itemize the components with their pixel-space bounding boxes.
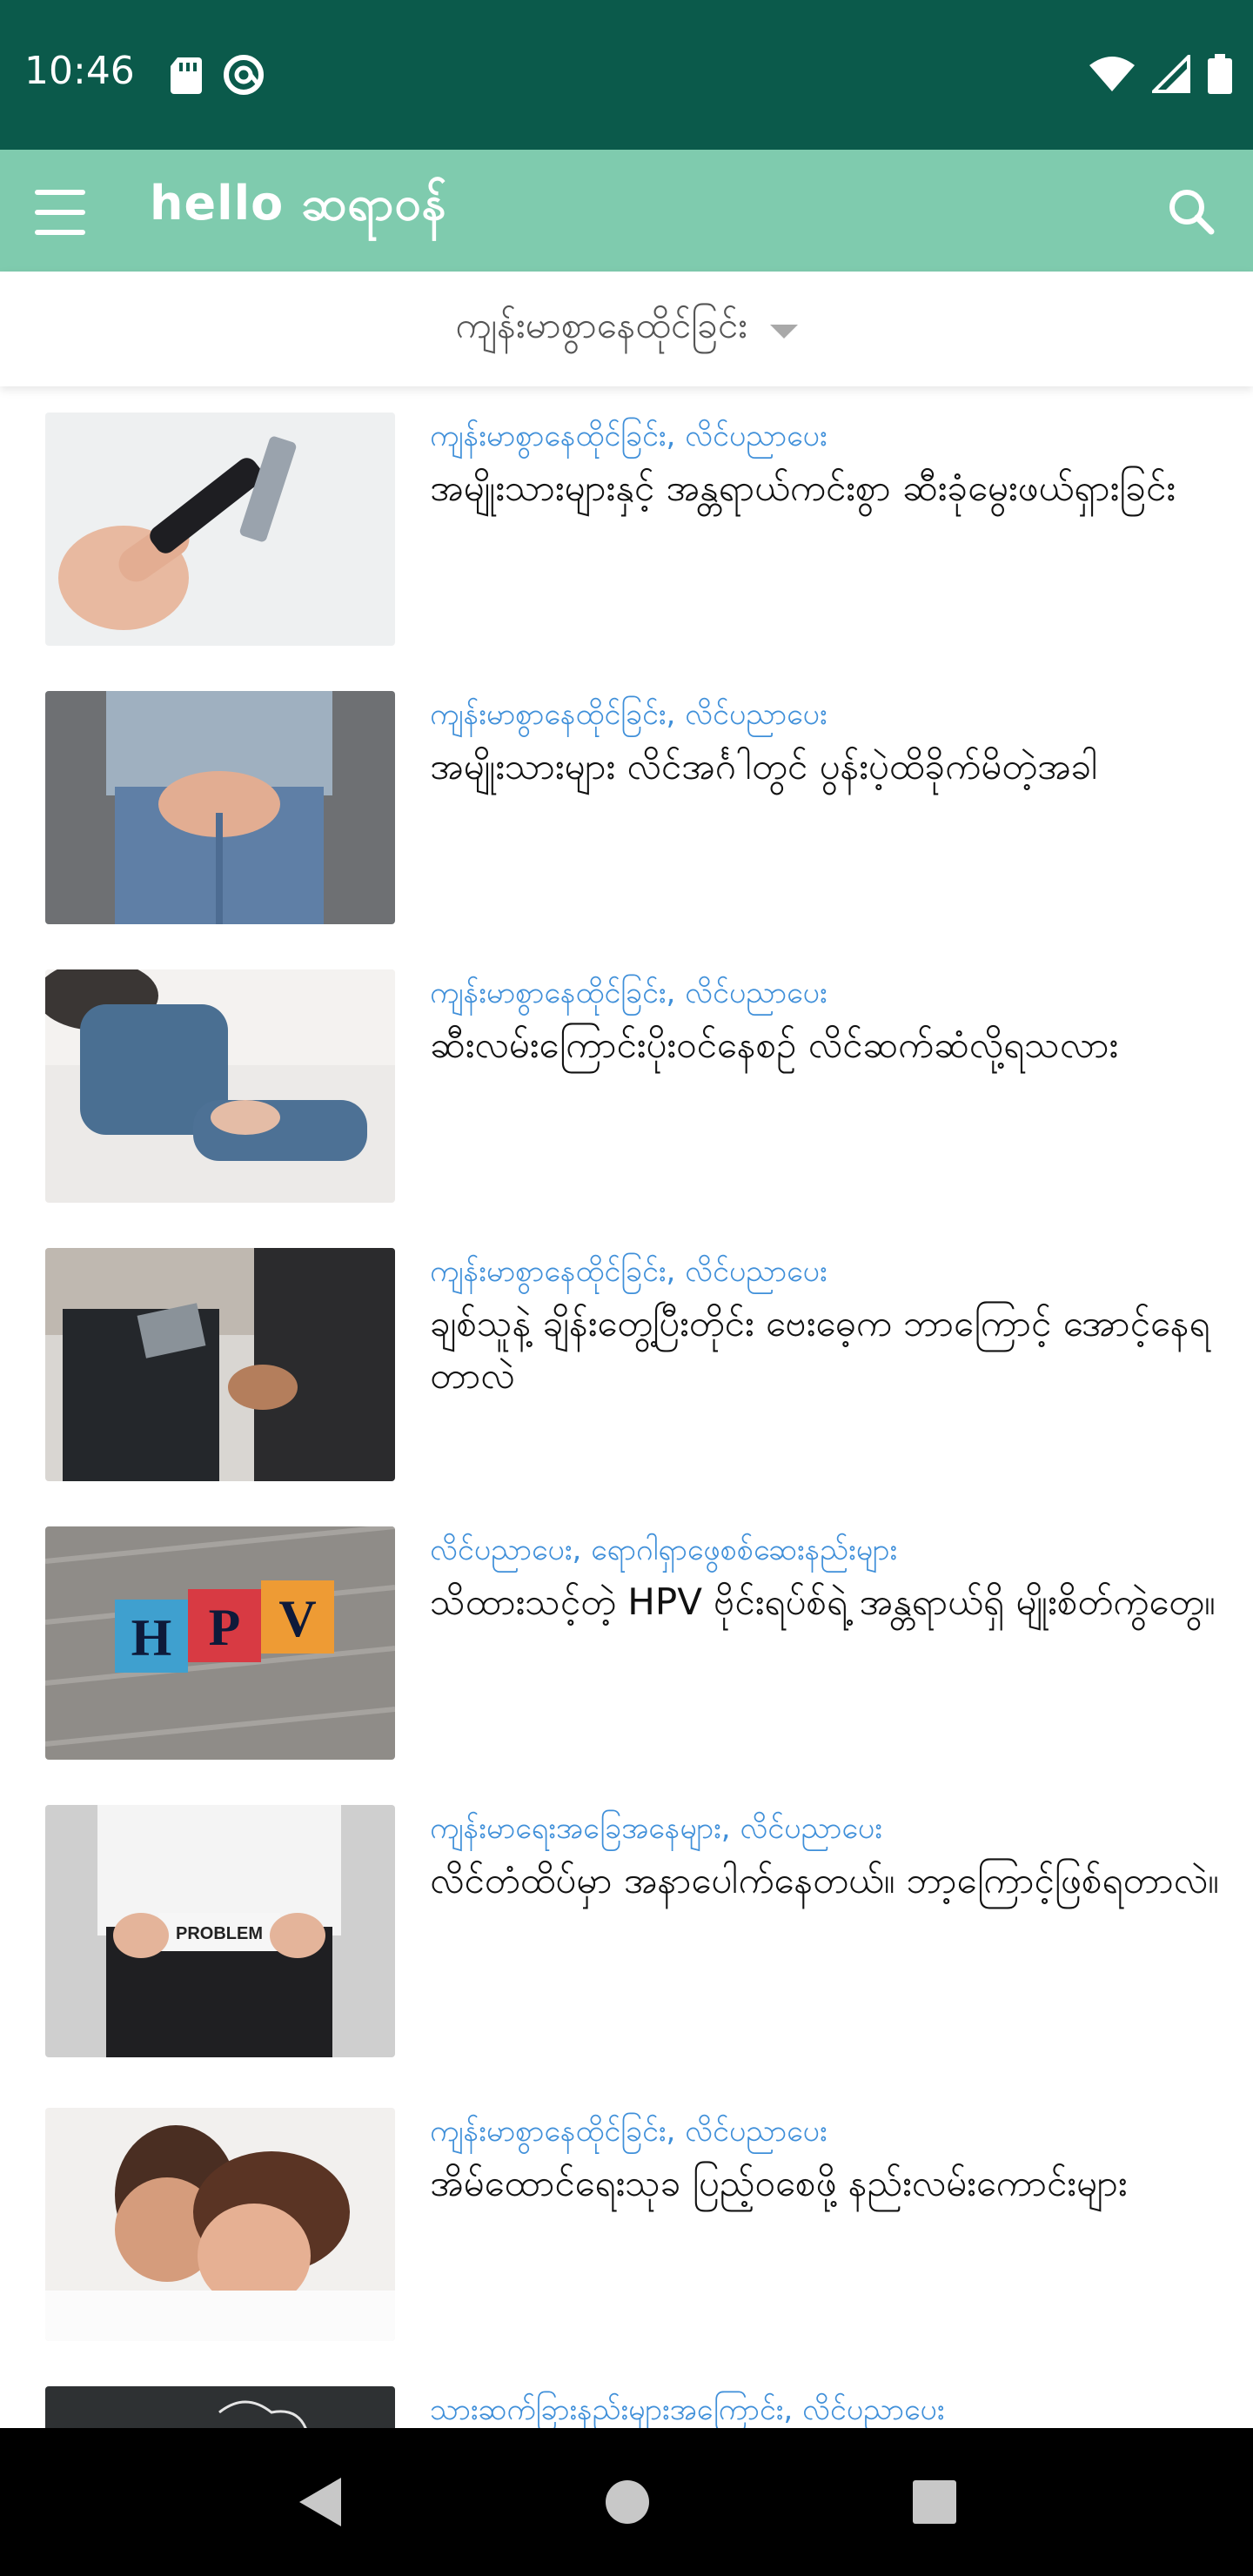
article-title[interactable]: ချစ်သူနဲ့ ချိန်းတွေ့ပြီးတိုင်း ဗေးဓေ့က ဘ… [430, 1298, 1230, 1404]
dropdown-caret-icon [769, 325, 798, 339]
article-category[interactable]: ကျန်းမာစွာနေထိုင်ခြင်း, လိင်ပညာပေး [430, 2113, 1230, 2150]
article-item[interactable]: H P V လိင်ပညာပေး, ရောဂါရှာဖွေစစ်ဆေးနည်းမ… [45, 1526, 1229, 1761]
article-title[interactable]: အိမ်ထောင်ရေးသုခ ပြည့်ဝစေဖို့ နည်းလမ်းကော… [430, 2157, 1230, 2210]
article-category[interactable]: ကျန်းမာစွာနေထိုင်ခြင်း, လိင်ပညာပေး [430, 696, 1230, 734]
problem-sign-text: PROBLEM [176, 1924, 263, 1943]
article-thumbnail-man-jeans [45, 691, 395, 924]
article-thumbnail-razor [45, 413, 395, 646]
article-title[interactable]: သိထားသင့်တဲ့ HPV ဗိုင်းရပ်စ်ရဲ့ အန္တရာယ်… [430, 1576, 1230, 1629]
hpv-block-p: P [209, 1599, 241, 1656]
article-list: ကျန်းမာစွာနေထိုင်ခြင်း, လိင်ပညာပေး အမျို… [0, 386, 1253, 2428]
category-filter-label: ကျန်းမာစွာနေထိုင်ခြင်း [455, 304, 747, 346]
article-category[interactable]: ကျန်းမာရေးအခြေအနေများ, လိင်ပညာပေး [430, 1810, 1230, 1848]
article-category[interactable]: လိင်ပညာပေး, ရောဂါရှာဖွေစစ်ဆေးနည်းများ [430, 1532, 1230, 1569]
article-item[interactable]: ကျန်းမာစွာနေထိုင်ခြင်း, လိင်ပညာပေး ချစ်သ… [45, 1248, 1229, 1483]
article-category[interactable]: ကျန်းမာစွာနေထိုင်ခြင်း, လိင်ပညာပေး [430, 975, 1230, 1012]
article-thumbnail-couple [45, 2108, 395, 2341]
app-logo[interactable]: hello ဆရာဝန် [150, 174, 447, 243]
app-bar: hello ဆရာဝန် [0, 150, 1253, 272]
battery-icon [1208, 54, 1232, 94]
article-item[interactable]: ကျန်းမာစွာနေထိုင်ခြင်း, လိင်ပညာပေး အမျို… [45, 413, 1229, 647]
article-thumbnail-woman-bed [45, 969, 395, 1203]
menu-icon[interactable] [35, 186, 85, 235]
status-time: 10:46 [24, 49, 135, 93]
back-triangle-icon[interactable] [296, 2476, 343, 2528]
recents-square-icon[interactable] [912, 2479, 957, 2525]
article-category[interactable]: ကျန်းမာစွာနေထိုင်ခြင်း, လိင်ပညာပေး [430, 418, 1230, 455]
article-item[interactable]: ကျန်းမာစွာနေထိုင်ခြင်း, လိင်ပညာပေး အိမ်ထ… [45, 2108, 1229, 2343]
article-thumbnail-hpv-blocks: H P V [45, 1526, 395, 1760]
article-title[interactable]: အမျိုးသားများနှင့် အန္တရာယ်ကင်းစွာ ဆီးခု… [430, 462, 1230, 515]
hpv-block-h: H [131, 1609, 172, 1667]
at-sign-icon [224, 55, 264, 95]
system-nav-bar [0, 2428, 1253, 2576]
article-item[interactable]: ကျန်းမာစွာနေထိုင်ခြင်း, လိင်ပညာပေး အမျို… [45, 691, 1229, 926]
article-title[interactable]: လိင်တံထိပ်မှာ အနာပေါက်နေတယ်။ ဘာ့ကြောင့်ဖ… [430, 1855, 1230, 1908]
article-thumbnail-problem-sign: PROBLEM [45, 1805, 395, 2057]
article-category[interactable]: သားဆက်ခြားနည်းများအကြောင်း, လိင်ပညာပေး [430, 2392, 1230, 2428]
article-item[interactable]: PROBLEM ကျန်းမာရေးအခြေအနေများ, လိင်ပညာပေ… [45, 1805, 1229, 2057]
status-bar: 10:46 [0, 0, 1253, 150]
article-category[interactable]: ကျန်းမာစွာနေထိုင်ခြင်း, လိင်ပညာပေး [430, 1253, 1230, 1291]
article-thumbnail-consultation [45, 1248, 395, 1481]
article-thumbnail-chalkboard [45, 2386, 395, 2428]
search-icon[interactable] [1166, 186, 1215, 235]
article-item[interactable]: သားဆက်ခြားနည်းများအကြောင်း, လိင်ပညာပေး [45, 2386, 1229, 2428]
article-title[interactable]: အမျိုးသားများ လိင်အင်္ဂါတွင် ပွန်းပဲ့ထိခ… [430, 741, 1230, 794]
home-circle-icon[interactable] [604, 2479, 651, 2526]
article-item[interactable]: ကျန်းမာစွာနေထိုင်ခြင်း, လိင်ပညာပေး ဆီးလမ… [45, 969, 1229, 1204]
hpv-block-v: V [278, 1590, 316, 1647]
article-title[interactable]: ဆီးလမ်းကြောင်းပိုးဝင်နေစဉ် လိင်ဆက်ဆံလို့… [430, 1019, 1230, 1072]
sd-card-icon [171, 57, 202, 94]
category-filter-dropdown[interactable]: ကျန်းမာစွာနေထိုင်ခြင်း [0, 272, 1253, 386]
cell-signal-icon [1152, 55, 1190, 93]
wifi-icon [1089, 57, 1135, 91]
